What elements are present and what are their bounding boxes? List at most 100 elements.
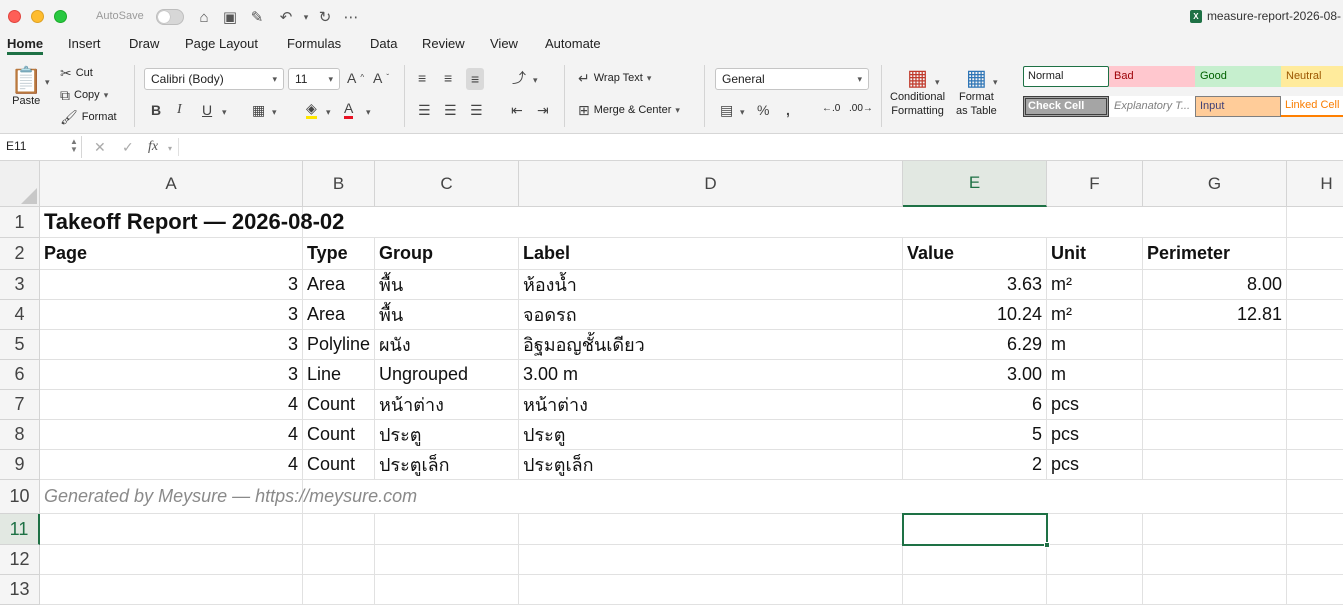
grid-cell[interactable] <box>375 575 519 605</box>
header-cell-label[interactable]: Label <box>519 238 903 270</box>
orientation-dropdown-icon[interactable]: ▾ <box>533 75 538 86</box>
data-cell[interactable]: 3.00 m <box>519 360 903 390</box>
close-window-button[interactable] <box>8 10 21 23</box>
grid-cell[interactable] <box>303 514 375 545</box>
data-cell[interactable]: pcs <box>1047 390 1143 420</box>
home-icon[interactable]: ⌂ <box>194 7 214 27</box>
data-cell[interactable]: 4 <box>40 420 303 450</box>
decrease-decimal-icon[interactable]: .00→ <box>849 103 873 114</box>
grid-cell[interactable] <box>1287 270 1343 300</box>
column-header-h[interactable]: H <box>1287 161 1343 207</box>
increase-decimal-icon[interactable]: ←.0 <box>822 103 840 114</box>
data-cell[interactable]: m² <box>1047 300 1143 330</box>
data-cell[interactable]: m <box>1047 360 1143 390</box>
data-cell[interactable]: m² <box>1047 270 1143 300</box>
increase-font-size-icon[interactable]: A ^ <box>347 71 364 85</box>
grid-cell[interactable] <box>1287 575 1343 605</box>
data-cell[interactable]: Count <box>303 450 375 480</box>
data-cell[interactable]: 3 <box>40 270 303 300</box>
row-header-10[interactable]: 10 <box>0 480 40 514</box>
report-title[interactable]: Takeoff Report — 2026-08-02 <box>40 207 1143 238</box>
grid-cell[interactable] <box>40 514 303 545</box>
tab-home[interactable]: Home <box>7 36 44 55</box>
data-cell[interactable]: 8.00 <box>1143 270 1287 300</box>
column-header-f[interactable]: F <box>1047 161 1143 207</box>
data-cell[interactable]: pcs <box>1047 450 1143 480</box>
data-cell[interactable]: จอดรถ <box>519 300 903 330</box>
grid-cell[interactable] <box>1287 450 1343 480</box>
percent-icon[interactable]: % <box>757 103 769 117</box>
grid-cell[interactable] <box>40 545 303 575</box>
grid-cell[interactable] <box>1047 545 1143 575</box>
grid-cell[interactable] <box>519 575 903 605</box>
grid-cell[interactable] <box>1047 575 1143 605</box>
cell-style-linked-cell[interactable]: Linked Cell <box>1281 96 1343 117</box>
font-color-icon[interactable]: A <box>344 101 354 119</box>
data-cell[interactable]: หน้าต่าง <box>519 390 903 420</box>
row-header-11[interactable]: 11 <box>0 514 40 545</box>
accounting-format-icon[interactable]: ▤ <box>720 103 733 117</box>
data-cell[interactable]: 3 <box>40 300 303 330</box>
data-cell[interactable]: ประตูเล็ก <box>375 450 519 480</box>
header-cell-type[interactable]: Type <box>303 238 375 270</box>
data-cell[interactable]: หน้าต่าง <box>375 390 519 420</box>
enter-icon[interactable]: ✓ <box>122 139 134 156</box>
data-cell[interactable]: 3 <box>40 360 303 390</box>
data-cell[interactable]: Count <box>303 390 375 420</box>
save-icon[interactable]: ▣ <box>220 7 240 27</box>
data-cell[interactable]: ประตู <box>519 420 903 450</box>
row-header-1[interactable]: 1 <box>0 207 40 238</box>
data-cell[interactable]: ประตู <box>375 420 519 450</box>
format-painter-button[interactable]: 🖌 Format <box>60 110 117 124</box>
column-header-a[interactable]: A <box>40 161 303 207</box>
column-header-b[interactable]: B <box>303 161 375 207</box>
cell-style-bad[interactable]: Bad <box>1109 66 1195 87</box>
font-color-dropdown-icon[interactable]: ▾ <box>366 107 371 118</box>
cell-style-explanatory-t[interactable]: Explanatory T... <box>1109 96 1195 117</box>
data-cell[interactable]: 4 <box>40 450 303 480</box>
fx-dropdown-icon[interactable]: ▾ <box>168 144 172 153</box>
data-cell[interactable]: 6 <box>903 390 1047 420</box>
grid-cell[interactable] <box>1287 514 1343 545</box>
tab-draw[interactable]: Draw <box>129 36 159 51</box>
header-cell-group[interactable]: Group <box>375 238 519 270</box>
column-header-e[interactable]: E <box>903 161 1047 207</box>
row-header-3[interactable]: 3 <box>0 270 40 300</box>
font-size-select[interactable]: 11 ▾ <box>288 68 340 90</box>
data-cell[interactable]: ห้องน้ำ <box>519 270 903 300</box>
row-header-12[interactable]: 12 <box>0 545 40 575</box>
cancel-icon[interactable]: ✕ <box>94 139 106 156</box>
fx-icon[interactable]: fx <box>148 139 158 155</box>
fill-color-dropdown-icon[interactable]: ▾ <box>326 107 331 118</box>
data-cell[interactable]: 3.63 <box>903 270 1047 300</box>
fill-color-icon[interactable]: ◈ <box>306 101 317 119</box>
copy-button[interactable]: ⧉ Copy ▾ <box>60 88 108 102</box>
cell-style-check-cell[interactable]: Check Cell <box>1023 96 1109 117</box>
undo-icon[interactable]: ↶ <box>276 7 296 27</box>
tab-view[interactable]: View <box>490 36 518 51</box>
align-middle-icon[interactable]: ≡ <box>444 71 452 85</box>
data-cell[interactable]: 4 <box>40 390 303 420</box>
row-header-4[interactable]: 4 <box>0 300 40 330</box>
row-header-6[interactable]: 6 <box>0 360 40 390</box>
more-icon[interactable]: ⋯ <box>341 7 361 27</box>
data-cell[interactable] <box>1143 390 1287 420</box>
save-as-icon[interactable]: ✎ <box>247 7 267 27</box>
tab-data[interactable]: Data <box>370 36 397 51</box>
grid-cell[interactable] <box>1287 390 1343 420</box>
conditional-formatting-dropdown-icon[interactable]: ▾ <box>935 77 940 88</box>
data-cell[interactable]: พื้น <box>375 270 519 300</box>
undo-dropdown-icon[interactable]: ▾ <box>296 7 316 27</box>
footer-note[interactable]: Generated by Meysure — https://meysure.c… <box>40 480 1143 514</box>
decrease-indent-icon[interactable]: ⇤ <box>511 103 523 117</box>
data-cell[interactable]: พื้น <box>375 300 519 330</box>
grid-cell[interactable] <box>903 575 1047 605</box>
grid-cell[interactable] <box>303 575 375 605</box>
data-cell[interactable]: 5 <box>903 420 1047 450</box>
data-cell[interactable]: อิฐมอญชั้นเดียว <box>519 330 903 360</box>
row-header-8[interactable]: 8 <box>0 420 40 450</box>
grid-cell[interactable] <box>903 545 1047 575</box>
format-as-table-button[interactable]: ▦ Format as Table <box>956 67 997 118</box>
data-cell[interactable]: 3.00 <box>903 360 1047 390</box>
header-cell-value[interactable]: Value <box>903 238 1047 270</box>
